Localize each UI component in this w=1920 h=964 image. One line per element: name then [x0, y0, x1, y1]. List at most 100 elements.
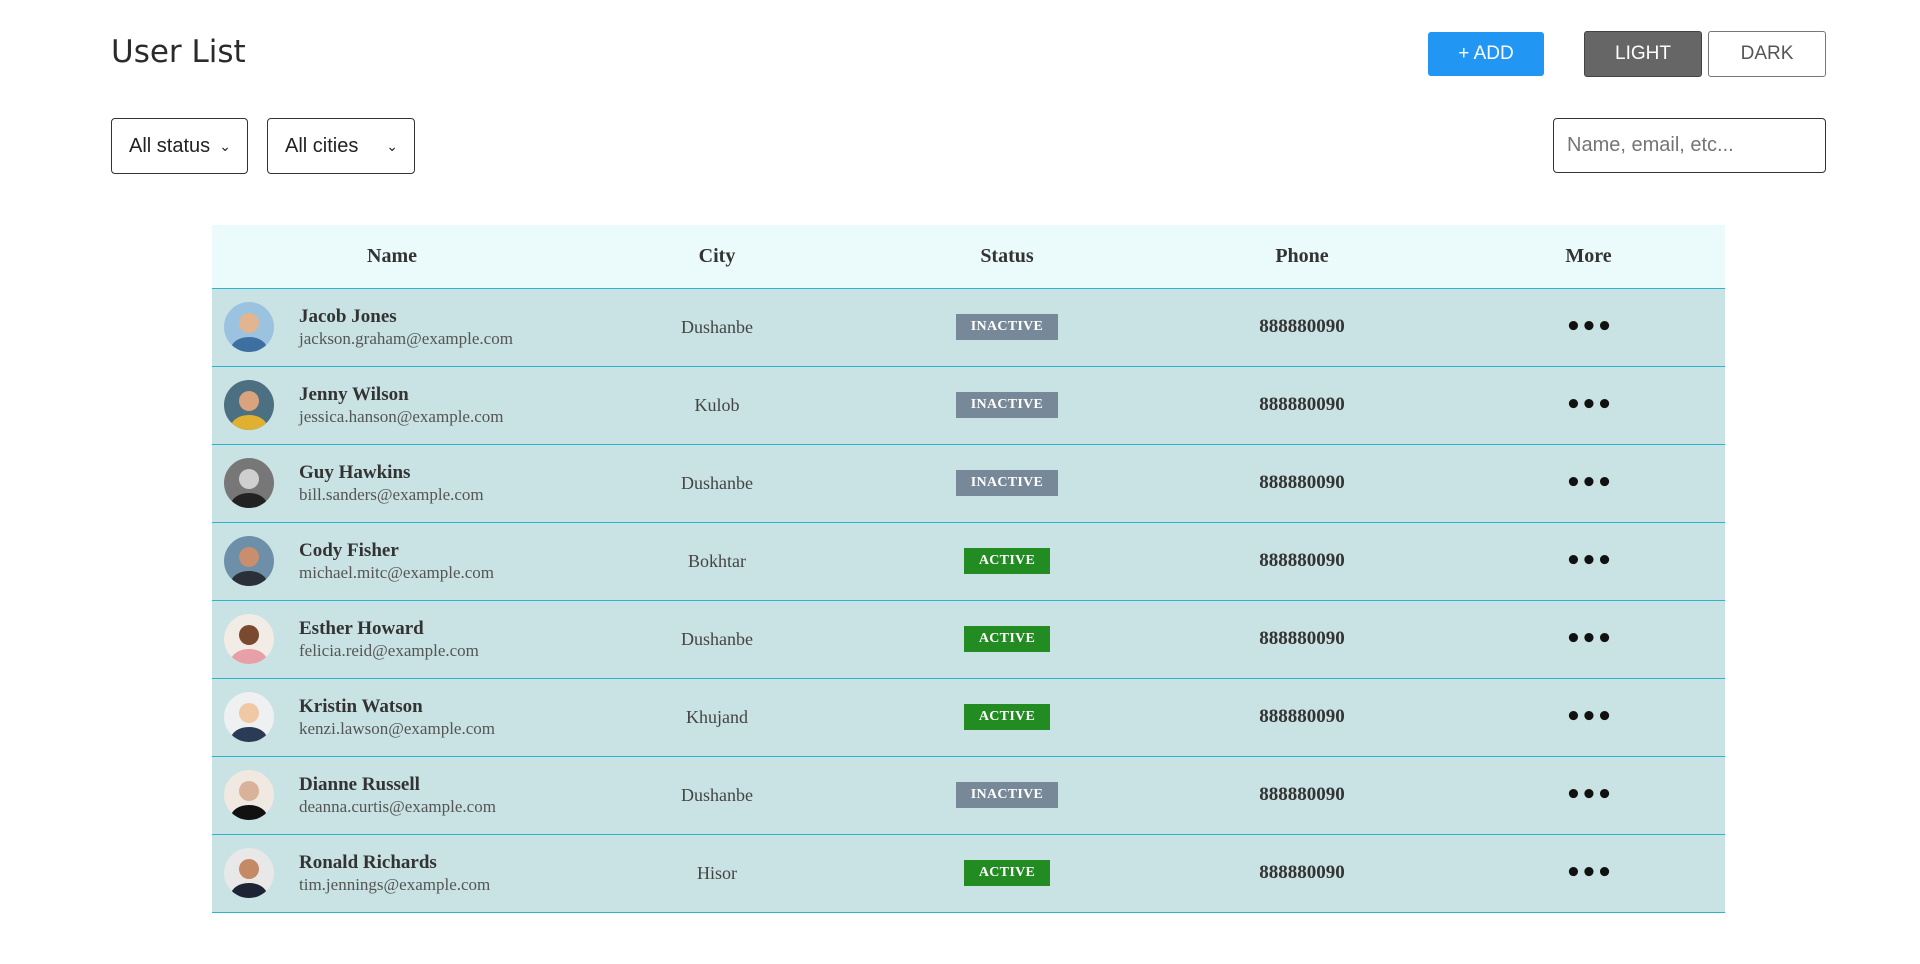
- user-info: Guy Hawkins bill.sanders@example.com: [224, 458, 572, 508]
- avatar: [224, 380, 274, 430]
- user-email: bill.sanders@example.com: [299, 484, 484, 504]
- more-options-icon[interactable]: •••: [1565, 780, 1613, 810]
- user-info: Esther Howard felicia.reid@example.com: [224, 614, 572, 664]
- city-cell: Dushanbe: [681, 784, 753, 805]
- avatar: [224, 458, 274, 508]
- light-theme-button[interactable]: LIGHT: [1584, 31, 1702, 77]
- city-filter-value: All cities: [285, 134, 359, 157]
- phone-cell: 888880090: [1259, 316, 1345, 337]
- column-header-city: City: [572, 225, 862, 289]
- more-cell: •••: [1452, 444, 1725, 522]
- user-email: tim.jennings@example.com: [299, 874, 491, 894]
- status-cell: ACTIVE: [862, 600, 1152, 678]
- chevron-down-icon: ⌄: [219, 137, 231, 154]
- city-cell: Hisor: [697, 862, 737, 883]
- more-options-icon[interactable]: •••: [1565, 468, 1613, 498]
- user-info: Dianne Russell deanna.curtis@example.com: [224, 770, 572, 820]
- column-header-name: Name: [212, 225, 572, 289]
- user-name: Ronald Richards: [299, 851, 437, 873]
- table-row[interactable]: Jacob Jones jackson.graham@example.com D…: [212, 288, 1725, 366]
- column-header-more: More: [1452, 225, 1725, 289]
- avatar: [224, 302, 274, 352]
- user-name: Kristin Watson: [299, 695, 423, 717]
- table-row[interactable]: Ronald Richards tim.jennings@example.com…: [212, 834, 1725, 912]
- user-avatar-icon: [224, 614, 274, 664]
- user-info: Jacob Jones jackson.graham@example.com: [224, 302, 572, 352]
- user-text: Kristin Watson kenzi.lawson@example.com: [299, 695, 495, 740]
- table-header-row: Name City Status Phone More: [212, 225, 1725, 289]
- avatar: [224, 692, 274, 742]
- table-row[interactable]: Guy Hawkins bill.sanders@example.com Dus…: [212, 444, 1725, 522]
- chevron-down-icon: ⌄: [386, 137, 398, 154]
- search-input[interactable]: [1553, 118, 1826, 173]
- more-cell: •••: [1452, 288, 1725, 366]
- status-cell: INACTIVE: [862, 444, 1152, 522]
- table-row[interactable]: Dianne Russell deanna.curtis@example.com…: [212, 756, 1725, 834]
- user-avatar-icon: [224, 692, 274, 742]
- table-row[interactable]: Kristin Watson kenzi.lawson@example.com …: [212, 678, 1725, 756]
- user-name: Dianne Russell: [299, 773, 420, 795]
- city-filter-select[interactable]: All cities ⌄: [267, 118, 415, 174]
- user-text: Jacob Jones jackson.graham@example.com: [299, 305, 513, 350]
- user-info: Cody Fisher michael.mitc@example.com: [224, 536, 572, 586]
- user-info: Kristin Watson kenzi.lawson@example.com: [224, 692, 572, 742]
- status-badge: INACTIVE: [955, 470, 1059, 496]
- name-cell: Jacob Jones jackson.graham@example.com: [212, 288, 572, 366]
- phone-cell: 888880090: [1259, 862, 1345, 883]
- phone-cell: 888880090: [1259, 784, 1345, 805]
- city-cell: Kulob: [694, 394, 740, 415]
- user-table-container: Name City Status Phone More Jacob Jones: [212, 225, 1725, 913]
- status-filter-value: All status: [129, 134, 211, 157]
- user-email: jessica.hanson@example.com: [299, 406, 504, 426]
- user-avatar-icon: [224, 302, 274, 352]
- more-options-icon[interactable]: •••: [1565, 702, 1613, 732]
- dark-theme-button[interactable]: DARK: [1708, 31, 1826, 77]
- user-text: Ronald Richards tim.jennings@example.com: [299, 851, 490, 896]
- status-badge: INACTIVE: [955, 782, 1059, 808]
- status-filter-select[interactable]: All status ⌄: [111, 118, 248, 174]
- user-text: Esther Howard felicia.reid@example.com: [299, 617, 479, 662]
- name-cell: Jenny Wilson jessica.hanson@example.com: [212, 366, 572, 444]
- avatar: [224, 536, 274, 586]
- user-info: Ronald Richards tim.jennings@example.com: [224, 848, 572, 898]
- more-options-icon[interactable]: •••: [1565, 312, 1613, 342]
- more-cell: •••: [1452, 522, 1725, 600]
- status-badge: ACTIVE: [963, 548, 1051, 574]
- column-header-phone: Phone: [1152, 225, 1452, 289]
- more-options-icon[interactable]: •••: [1565, 624, 1613, 654]
- user-avatar-icon: [224, 536, 274, 586]
- more-cell: •••: [1452, 834, 1725, 912]
- user-name: Guy Hawkins: [299, 461, 411, 483]
- more-options-icon[interactable]: •••: [1565, 390, 1613, 420]
- more-options-icon[interactable]: •••: [1565, 858, 1613, 888]
- name-cell: Cody Fisher michael.mitc@example.com: [212, 522, 572, 600]
- page-title: User List: [111, 34, 246, 70]
- table-row[interactable]: Esther Howard felicia.reid@example.com D…: [212, 600, 1725, 678]
- status-badge: INACTIVE: [955, 314, 1059, 340]
- status-badge: ACTIVE: [963, 704, 1051, 730]
- name-cell: Esther Howard felicia.reid@example.com: [212, 600, 572, 678]
- table-row[interactable]: Cody Fisher michael.mitc@example.com Bok…: [212, 522, 1725, 600]
- name-cell: Guy Hawkins bill.sanders@example.com: [212, 444, 572, 522]
- city-cell: Khujand: [686, 706, 748, 727]
- user-table: Name City Status Phone More Jacob Jones: [212, 225, 1725, 913]
- column-header-status: Status: [862, 225, 1152, 289]
- city-cell: Dushanbe: [681, 628, 753, 649]
- status-badge: ACTIVE: [963, 626, 1051, 652]
- phone-cell: 888880090: [1259, 550, 1345, 571]
- user-text: Jenny Wilson jessica.hanson@example.com: [299, 383, 503, 428]
- city-cell: Dushanbe: [681, 316, 753, 337]
- more-options-icon[interactable]: •••: [1565, 546, 1613, 576]
- avatar: [224, 614, 274, 664]
- user-email: kenzi.lawson@example.com: [299, 718, 495, 738]
- user-email: deanna.curtis@example.com: [299, 796, 496, 816]
- user-email: michael.mitc@example.com: [299, 562, 495, 582]
- table-row[interactable]: Jenny Wilson jessica.hanson@example.com …: [212, 366, 1725, 444]
- user-name: Esther Howard: [299, 617, 424, 639]
- more-cell: •••: [1452, 756, 1725, 834]
- user-avatar-icon: [224, 770, 274, 820]
- user-text: Dianne Russell deanna.curtis@example.com: [299, 773, 496, 818]
- phone-cell: 888880090: [1259, 628, 1345, 649]
- more-cell: •••: [1452, 600, 1725, 678]
- add-user-button[interactable]: + ADD: [1428, 32, 1544, 76]
